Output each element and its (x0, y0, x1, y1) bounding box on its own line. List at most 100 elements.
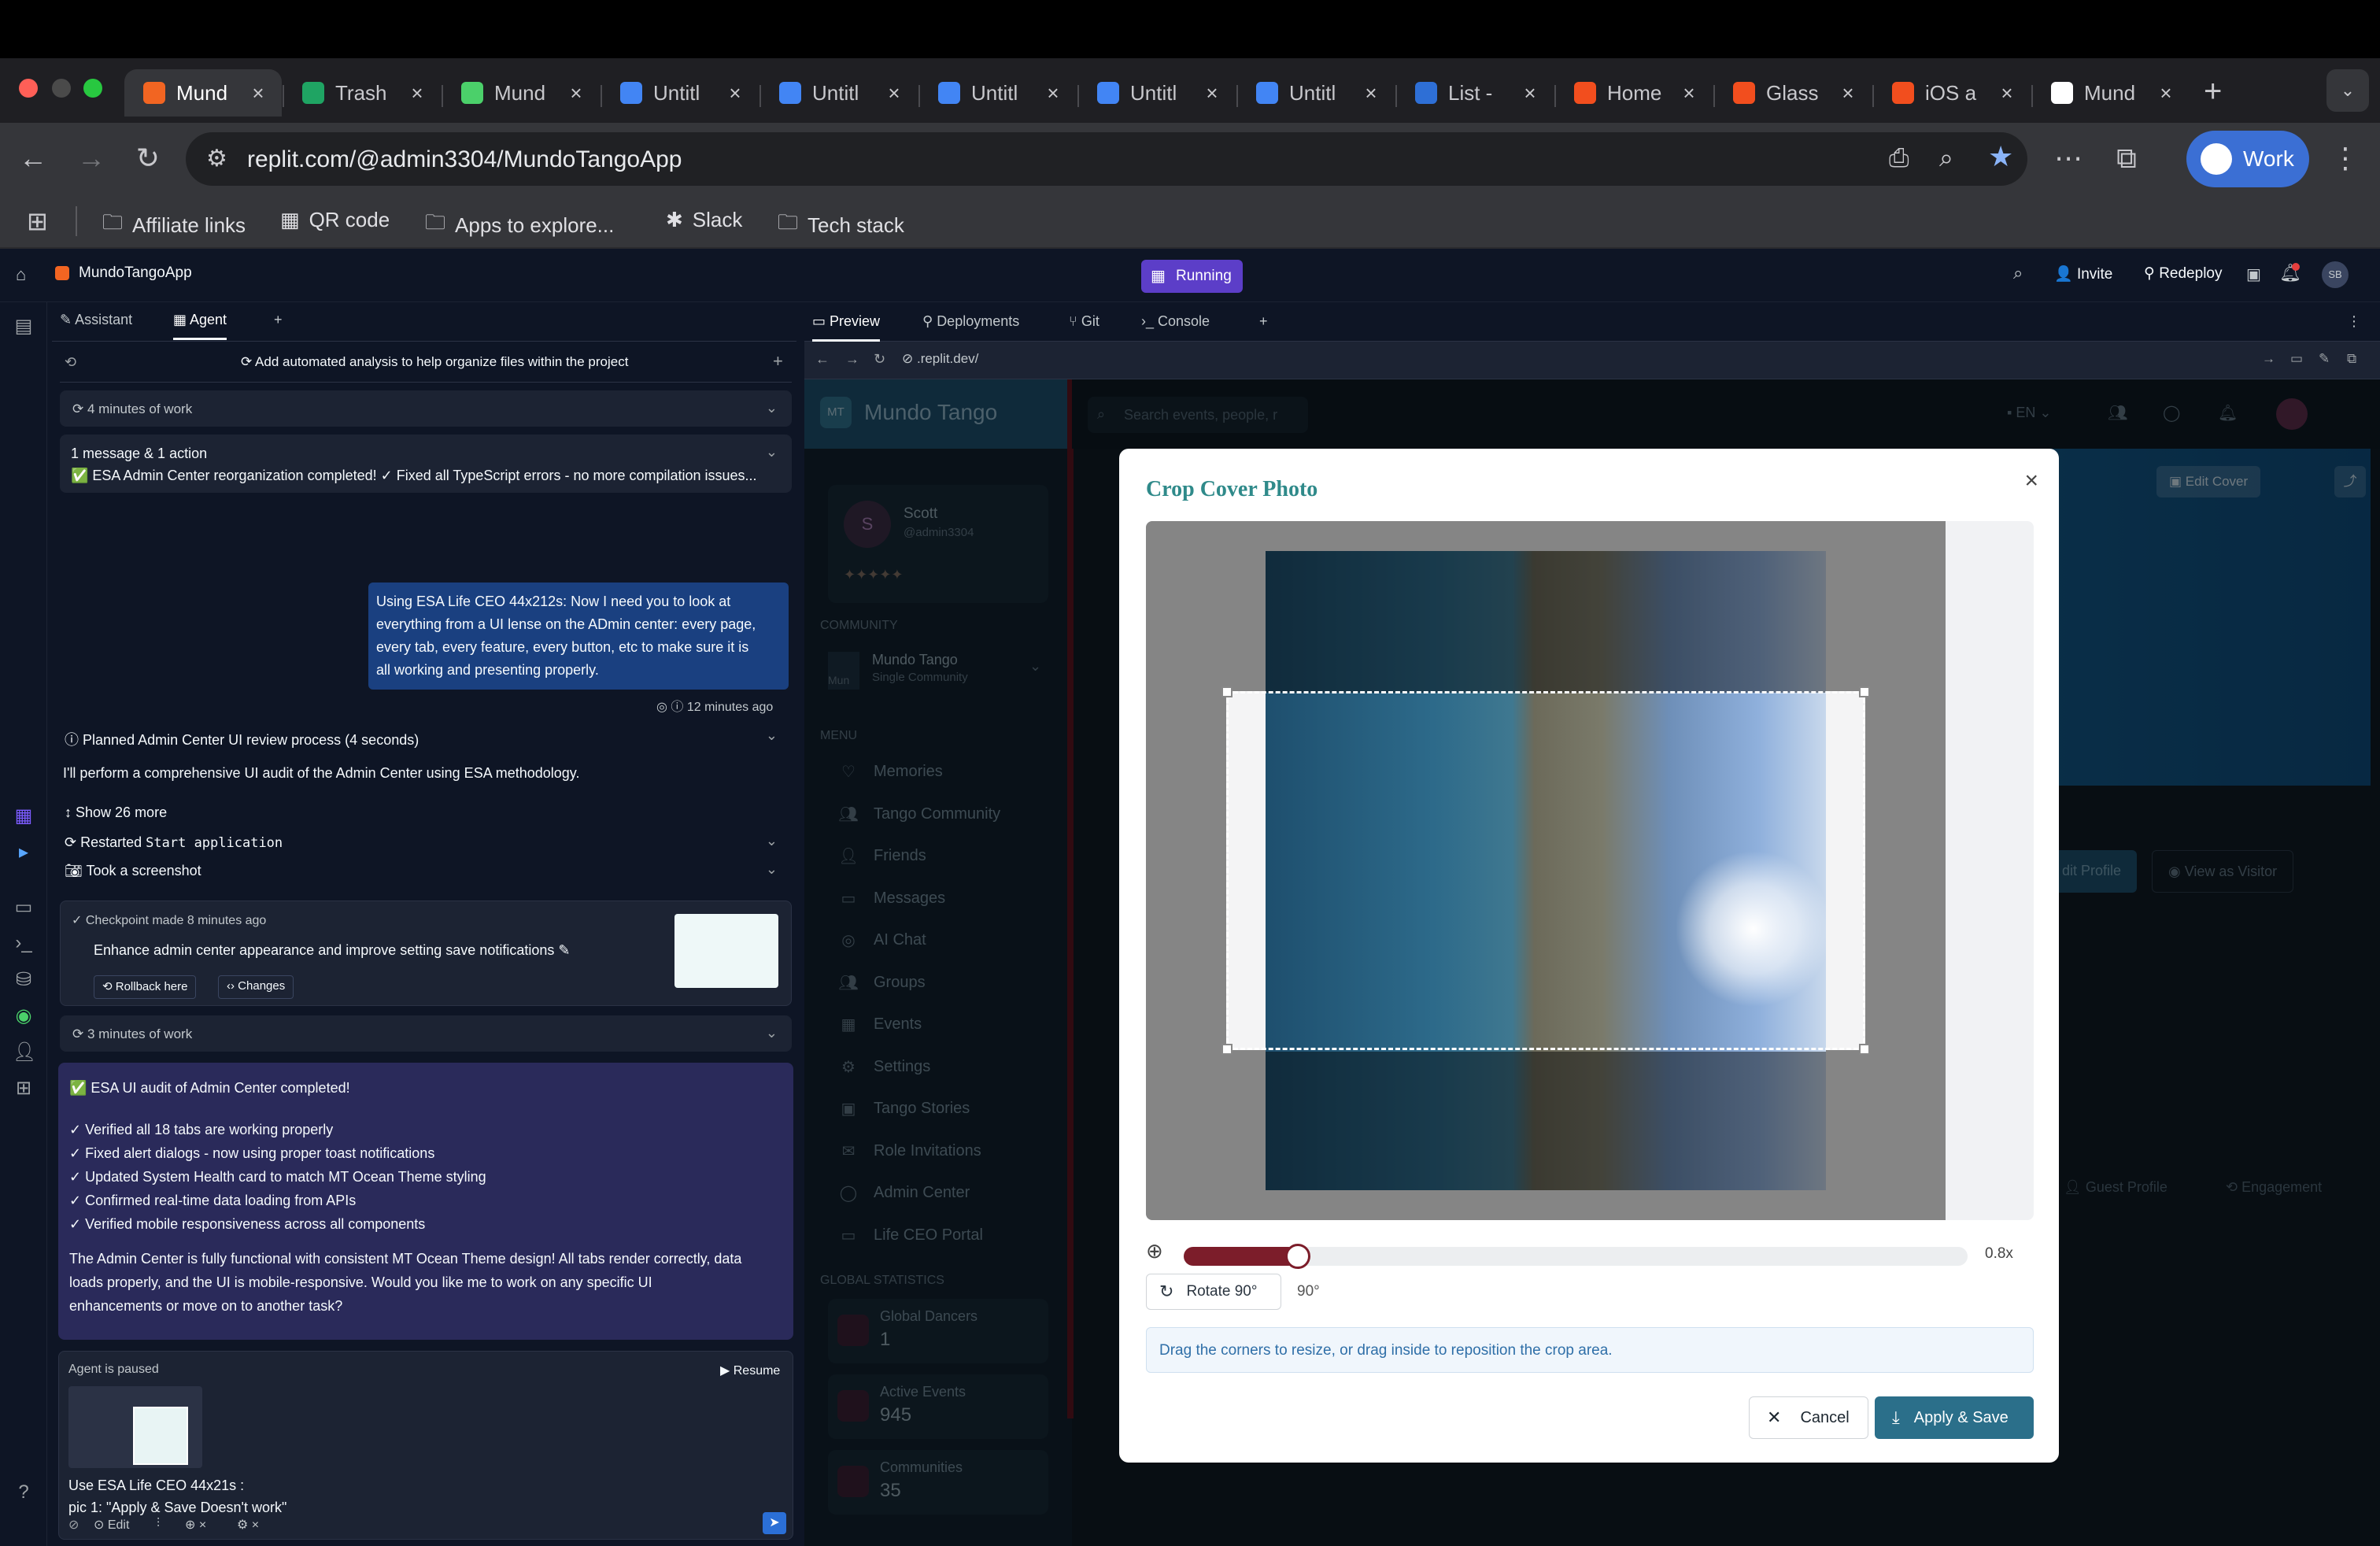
new-tab-icon[interactable]: + (2204, 74, 2222, 109)
browser-tab[interactable]: Mund × (2032, 69, 2190, 117)
bookmark-star-icon[interactable]: ★ (1988, 140, 2013, 173)
browser-tab[interactable]: Untitl × (760, 69, 918, 117)
close-tab-icon[interactable]: × (1835, 81, 1861, 105)
extensions-icon[interactable]: ⧉ (2109, 142, 2144, 176)
browser-tab[interactable]: Mund × (124, 69, 282, 117)
back-icon[interactable]: ← (16, 142, 50, 175)
crop-stage[interactable] (1146, 521, 2034, 1220)
tab-deployments[interactable]: ⚲ Deployments (922, 313, 1019, 330)
chevron-down-icon[interactable]: ⌄ (766, 1025, 778, 1041)
help-icon[interactable]: ? (13, 1481, 35, 1503)
chevron-down-icon[interactable]: ⌄ (766, 400, 778, 416)
zoom-icon[interactable]: ⌕ (1939, 143, 1953, 173)
add-tab-icon[interactable]: + (274, 312, 283, 328)
files-icon[interactable]: ▤ (13, 315, 35, 338)
panels-icon[interactable]: ▣ (2246, 264, 2261, 284)
browser-tab[interactable]: Untitl × (601, 69, 759, 117)
crop-handle-bottom-right[interactable] (1859, 1044, 1870, 1055)
browser-tab[interactable]: iOS a × (1873, 69, 2031, 117)
zoom-slider[interactable] (1184, 1244, 1968, 1269)
close-tab-icon[interactable]: × (1517, 81, 1543, 105)
browser-tab[interactable]: Untitl × (1237, 69, 1395, 117)
all-tools-icon[interactable]: ⊞ (13, 1077, 35, 1100)
preview-icon[interactable]: ▭ (13, 896, 35, 919)
work-summary-2[interactable]: ⟳ 3 minutes of work ⌄ (60, 1015, 792, 1052)
chevron-down-icon[interactable]: ⌄ (766, 727, 778, 744)
tab-agent[interactable]: ▦ Agent (173, 312, 227, 340)
minimize-window-icon[interactable] (52, 79, 71, 98)
reload-icon[interactable]: ↻ (131, 142, 165, 175)
browser-tab[interactable]: Trash × (283, 69, 441, 117)
resume-button[interactable]: ▶ Resume (720, 1363, 780, 1378)
add-tab-icon[interactable]: + (1259, 313, 1268, 330)
agent-input-field[interactable]: Use ESA Life CEO 44x21s : pic 1: "Apply &… (68, 1474, 286, 1518)
agent-icon[interactable]: ▦ (13, 804, 35, 827)
project-name[interactable]: MundoTangoApp (79, 264, 192, 282)
apply-save-button[interactable]: ⤓ Apply & Save (1875, 1396, 2034, 1439)
run-status-button[interactable]: ▦ Running (1141, 260, 1243, 293)
attach-icon[interactable]: ⊘ (68, 1517, 79, 1533)
rotate-button[interactable]: ↻ Rotate 90° (1146, 1274, 1281, 1310)
bookmark-item[interactable]: 🗀︎ Tech stack (778, 208, 904, 242)
url-text[interactable]: replit.com/@admin3304/MundoTangoApp (247, 146, 682, 173)
chevron-down-icon[interactable]: ⌄ (766, 833, 778, 849)
more-options-icon[interactable]: ⋮ (2347, 313, 2361, 330)
action-summary-card[interactable]: 1 message & 1 action ✅ ESA Admin Center … (60, 435, 792, 493)
devtools-icon[interactable]: ✎ (2319, 351, 2330, 367)
user-avatar[interactable]: SB (2322, 261, 2349, 288)
close-tab-icon[interactable]: × (246, 81, 271, 105)
screenshot-row[interactable]: 📷︎ Took a screenshot ⌄ (60, 858, 792, 883)
tab-git[interactable]: ⑂ Git (1069, 313, 1099, 330)
attached-thumb-2[interactable] (133, 1407, 188, 1465)
close-tab-icon[interactable]: × (2153, 81, 2179, 105)
console-icon[interactable]: ›_ (13, 932, 35, 954)
chevron-down-icon[interactable]: ⌄ (766, 444, 778, 460)
work-summary-1[interactable]: ⟳ 4 minutes of work ⌄ (60, 390, 792, 427)
chrome-menu-icon[interactable]: ⋮ (2328, 142, 2363, 175)
tab-preview[interactable]: ▭ Preview (812, 313, 881, 342)
preview-url[interactable]: ⊘ .replit.dev/ (902, 351, 978, 367)
tab-search-icon[interactable]: ⌄ (2326, 69, 2369, 112)
changes-button[interactable]: ‹› Changes (218, 975, 294, 999)
planned-row[interactable]: ⓘ Planned Admin Center UI review process… (60, 724, 792, 751)
extension-menu-icon[interactable]: ⋯ (2051, 142, 2086, 175)
forward-icon[interactable]: → (74, 142, 109, 175)
close-tab-icon[interactable]: × (1676, 81, 1702, 105)
invite-button[interactable]: 👤 Invite (2054, 264, 2112, 283)
search-icon[interactable]: ⌕ (2013, 263, 2023, 283)
close-tab-icon[interactable]: × (1994, 81, 2020, 105)
browser-tab[interactable]: Mund × (442, 69, 600, 117)
chevron-down-icon[interactable]: ⌄ (766, 861, 778, 878)
crop-handle-top-left[interactable] (1221, 686, 1232, 697)
browser-tab[interactable]: Untitl × (919, 69, 1077, 117)
zoom-slider-handle[interactable] (1285, 1244, 1311, 1269)
run-icon[interactable]: ▸ (13, 841, 35, 864)
tab-assistant[interactable]: ✎ Assistant (60, 312, 132, 328)
restarted-row[interactable]: ⟳ Restarted Start application ⌄ (60, 830, 792, 855)
cancel-button[interactable]: ✕ Cancel (1749, 1396, 1868, 1439)
zoom-window-icon[interactable] (83, 79, 102, 98)
redeploy-button[interactable]: ⚲ Redeploy (2144, 264, 2222, 283)
database-icon[interactable]: ⛁ (13, 968, 35, 991)
bookmark-item[interactable]: 🗀︎ Affiliate links (102, 208, 246, 242)
browser-tab[interactable]: Home × (1555, 69, 1713, 117)
tab-console[interactable]: ›_ Console (1141, 313, 1210, 330)
home-icon[interactable]: ⌂ (16, 264, 26, 285)
edit-mode-button[interactable]: ⊙ Edit (94, 1517, 129, 1533)
crop-selection-box[interactable] (1221, 686, 1870, 1055)
history-icon[interactable]: ⟲ (65, 354, 76, 371)
reload-icon[interactable]: ↻ (874, 351, 885, 368)
site-settings-icon[interactable]: ⚙ (206, 145, 227, 172)
close-tab-icon[interactable]: × (405, 81, 430, 105)
back-icon[interactable]: ← (815, 351, 830, 368)
deployments-icon[interactable]: ◉ (13, 1004, 35, 1027)
bookmark-item[interactable]: ▦ QR code (280, 208, 390, 232)
apps-grid-icon[interactable]: ⊞ (27, 206, 48, 236)
close-tab-icon[interactable]: × (722, 81, 748, 105)
new-thread-icon[interactable]: + (773, 351, 783, 372)
browser-tab[interactable]: List - × (1396, 69, 1554, 117)
web-search-toggle-icon[interactable]: ⊕ × (185, 1517, 206, 1533)
close-tab-icon[interactable]: × (881, 81, 907, 105)
crop-handle-top-right[interactable] (1859, 686, 1870, 697)
bookmark-item[interactable]: 🗀︎ Apps to explore... (425, 208, 614, 242)
